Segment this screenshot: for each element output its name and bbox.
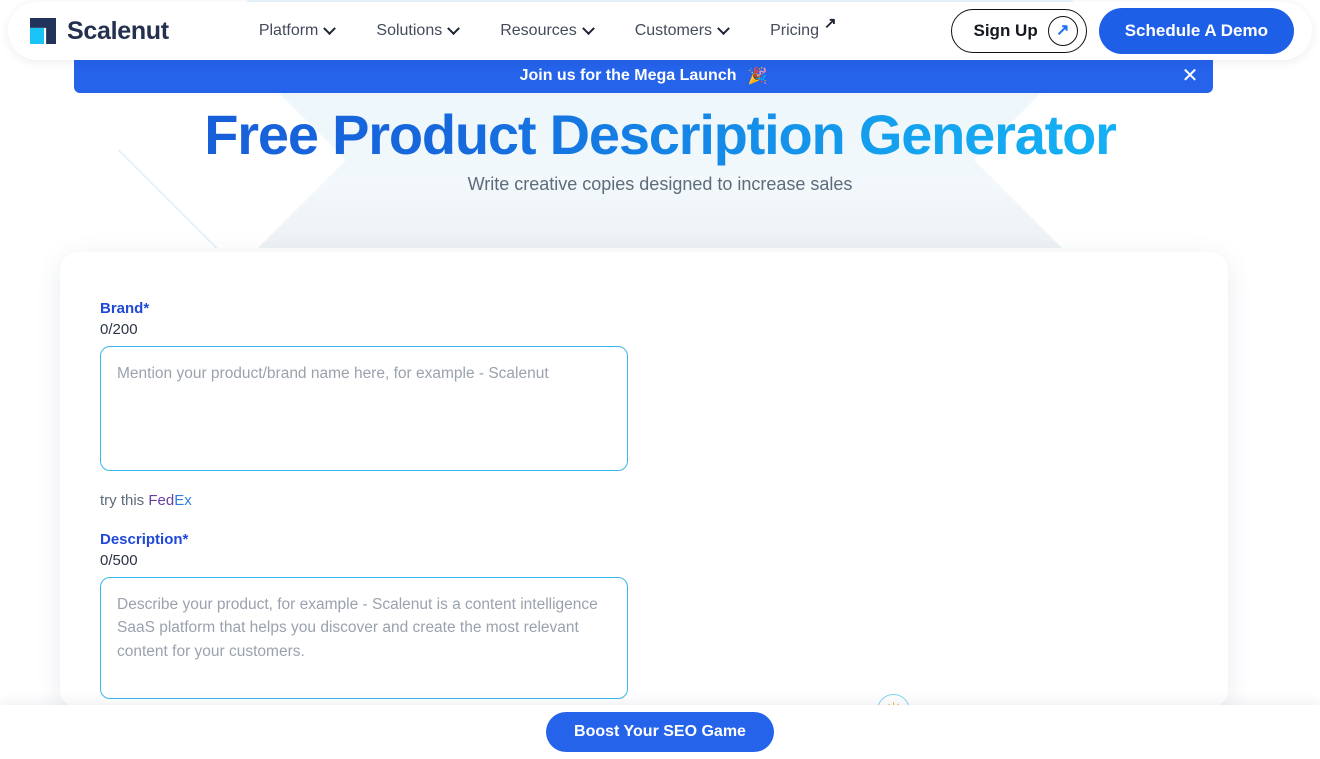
description-input[interactable]: [100, 577, 628, 699]
arrow-up-right-icon: [824, 14, 837, 37]
announcement-text: Join us for the Mega Launch: [519, 67, 737, 84]
nav-links: Platform Solutions Resources Customers P…: [258, 14, 837, 40]
nav-item-label: Customers: [634, 22, 713, 39]
nav-item-solutions[interactable]: Solutions: [376, 21, 461, 40]
try-this-example-fedex[interactable]: FedEx: [148, 492, 191, 509]
schedule-demo-button[interactable]: Schedule A Demo: [1098, 8, 1294, 54]
generator-form: Brand* 0/200 try this FedEx Description*…: [100, 300, 628, 704]
sign-up-label: Sign Up: [973, 21, 1038, 40]
logo-text: Scalenut: [67, 16, 169, 45]
page-title: Free Product Description Generator: [0, 104, 1320, 166]
fedex-ex-text: Ex: [174, 492, 192, 509]
scalenut-logo-icon: [30, 18, 56, 44]
chevron-down-icon: [447, 21, 461, 35]
nav-item-label: Pricing: [770, 22, 819, 39]
boost-seo-button[interactable]: Boost Your SEO Game: [546, 712, 774, 752]
main-navbar: Scalenut Platform Solutions Resources Cu…: [8, 2, 1312, 60]
navbar-actions: Sign Up ↗ Schedule A Demo: [950, 8, 1294, 54]
page-root: Scalenut Platform Solutions Resources Cu…: [0, 0, 1320, 759]
nav-item-pricing[interactable]: Pricing: [770, 14, 837, 40]
brand-char-counter: 0/200: [100, 321, 138, 338]
page-subtitle: Write creative copies designed to increa…: [467, 174, 853, 194]
announcement-banner-text: Join us for the Mega Launch 🎉: [520, 66, 768, 86]
fedex-fed-text: Fed: [148, 492, 175, 509]
description-char-counter: 0/500: [100, 552, 138, 569]
arrow-up-right-icon: ↗: [1047, 16, 1078, 46]
chevron-down-icon: [323, 21, 337, 35]
chevron-down-icon: [717, 21, 730, 35]
party-popper-icon: 🎉: [747, 68, 768, 85]
nav-item-platform[interactable]: Platform: [258, 21, 337, 40]
close-icon[interactable]: ✕: [1177, 63, 1203, 89]
logo[interactable]: Scalenut: [30, 17, 169, 46]
brand-field-group: Brand* 0/200 try this FedEx: [100, 300, 628, 509]
nav-item-label: Platform: [258, 22, 319, 39]
description-field-group: Description* 0/500: [100, 531, 628, 704]
nav-item-label: Solutions: [376, 22, 443, 39]
nav-item-customers[interactable]: Customers: [634, 21, 730, 40]
announcement-banner[interactable]: Join us for the Mega Launch 🎉 ✕: [74, 59, 1213, 93]
brand-input[interactable]: [100, 346, 628, 471]
brand-try-this: try this FedEx: [100, 492, 628, 509]
chevron-down-icon: [581, 21, 595, 35]
bottom-cta-bar: Boost Your SEO Game: [0, 705, 1320, 759]
nav-item-label: Resources: [500, 22, 577, 39]
sign-up-button[interactable]: Sign Up ↗: [950, 9, 1087, 53]
nav-item-resources[interactable]: Resources: [500, 21, 595, 40]
try-this-label: try this: [100, 492, 145, 509]
description-label: Description*: [100, 531, 189, 548]
generator-card: Brand* 0/200 try this FedEx Description*…: [60, 252, 1228, 708]
brand-label: Brand*: [100, 300, 150, 317]
